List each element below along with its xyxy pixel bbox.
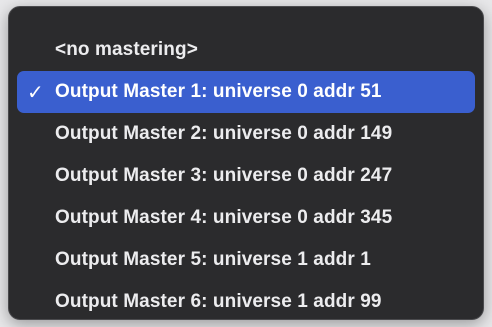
menu-item-no-mastering[interactable]: <no mastering>	[17, 29, 475, 71]
menu-item-label: Output Master 3: universe 0 addr 247	[55, 165, 393, 186]
menu-item-output-master-5[interactable]: Output Master 5: universe 1 addr 1	[17, 239, 475, 281]
menu-item-output-master-3[interactable]: Output Master 3: universe 0 addr 247	[17, 155, 475, 197]
menu-item-output-master-2[interactable]: Output Master 2: universe 0 addr 149	[17, 113, 475, 155]
menu-item-output-master-4[interactable]: Output Master 4: universe 0 addr 345	[17, 197, 475, 239]
checkmark-icon: ✓	[27, 81, 44, 104]
menu-item-output-master-1[interactable]: ✓ Output Master 1: universe 0 addr 51	[17, 71, 475, 113]
menu-item-label: Output Master 4: universe 0 addr 345	[55, 207, 393, 228]
mastering-dropdown-menu: <no mastering> ✓ Output Master 1: univer…	[8, 6, 484, 320]
menu-item-label: Output Master 2: universe 0 addr 149	[55, 123, 393, 144]
menu-item-output-master-6[interactable]: Output Master 6: universe 1 addr 99	[17, 281, 475, 323]
menu-item-label: Output Master 5: universe 1 addr 1	[55, 249, 371, 270]
menu-item-label: <no mastering>	[55, 39, 198, 60]
menu-item-label: Output Master 1: universe 0 addr 51	[55, 81, 382, 102]
menu-item-label: Output Master 6: universe 1 addr 99	[55, 291, 382, 312]
